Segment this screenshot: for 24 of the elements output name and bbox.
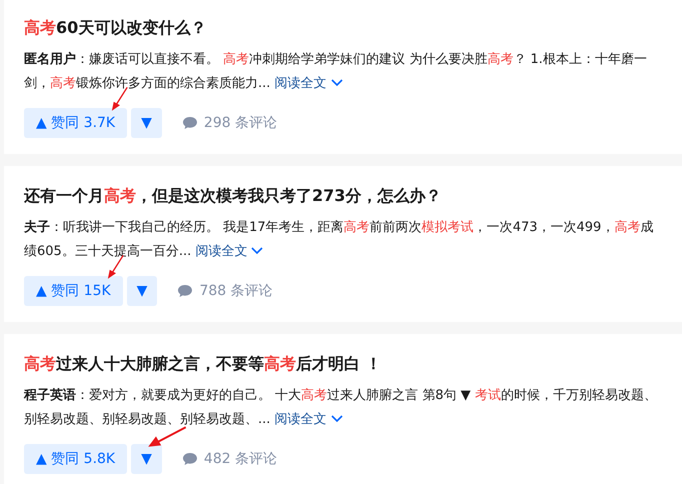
answer-excerpt: 夫子：听我讲一下我自己的经历。 我是17年考生，距离高考前前两次模拟考试，一次473，一次499，高考成绩605。三十天提高一百分... 阅读全文 [24, 219, 654, 261]
upvote-button[interactable]: ▲ 赞同 3.7K [24, 108, 128, 138]
chevron-down-icon [330, 415, 343, 423]
downvote-button[interactable]: ▼ [131, 108, 162, 138]
chevron-down-icon [251, 247, 264, 255]
chevron-down-icon [330, 79, 343, 87]
read-more-link[interactable]: 阅读全文 [274, 76, 343, 91]
downvote-button[interactable]: ▼ [126, 276, 158, 306]
upvote-button[interactable]: ▲ 赞同 15K [24, 276, 123, 306]
comments-link[interactable]: 482 条评论 [182, 450, 278, 468]
comments-link[interactable]: 298 条评论 [182, 114, 278, 132]
comment-icon [182, 452, 198, 466]
answer-excerpt: 程子英语：爱对方，就要成为更好的自己。 十大高考过来人肺腑之言 第8句 ▼ 考试的时候，千万别轻易改题、别轻易改题、别轻易改题、别轻易改题、... 阅读全文 [24, 387, 658, 429]
question-title[interactable]: 还有一个月高考，但是这次模考我只考了273分，怎么办？ [24, 184, 662, 208]
downvote-button[interactable]: ▼ [131, 444, 162, 474]
question-title[interactable]: 高考60天可以改变什么？ [24, 16, 662, 40]
answer-excerpt: 匿名用户：嫌废话可以直接不看。 高考冲刺期给学弟学妹们的建议 为什么要决胜高考？ 1.根本上：十年磨一剑，高考锻炼你许多方面的综合素质能力... 阅读全文 [24, 50, 648, 93]
comments-link[interactable]: 788 条评论 [177, 282, 273, 300]
read-more-link[interactable]: 阅读全文 [195, 244, 264, 259]
question-title[interactable]: 高考过来人十大肺腑之言，不要等高考后才明白 ！ [24, 352, 662, 376]
read-more-link[interactable]: 阅读全文 [274, 412, 343, 427]
upvote-button[interactable]: ▲ 赞同 5.8K [24, 444, 128, 474]
comment-icon [177, 284, 194, 298]
comment-icon [182, 116, 198, 130]
